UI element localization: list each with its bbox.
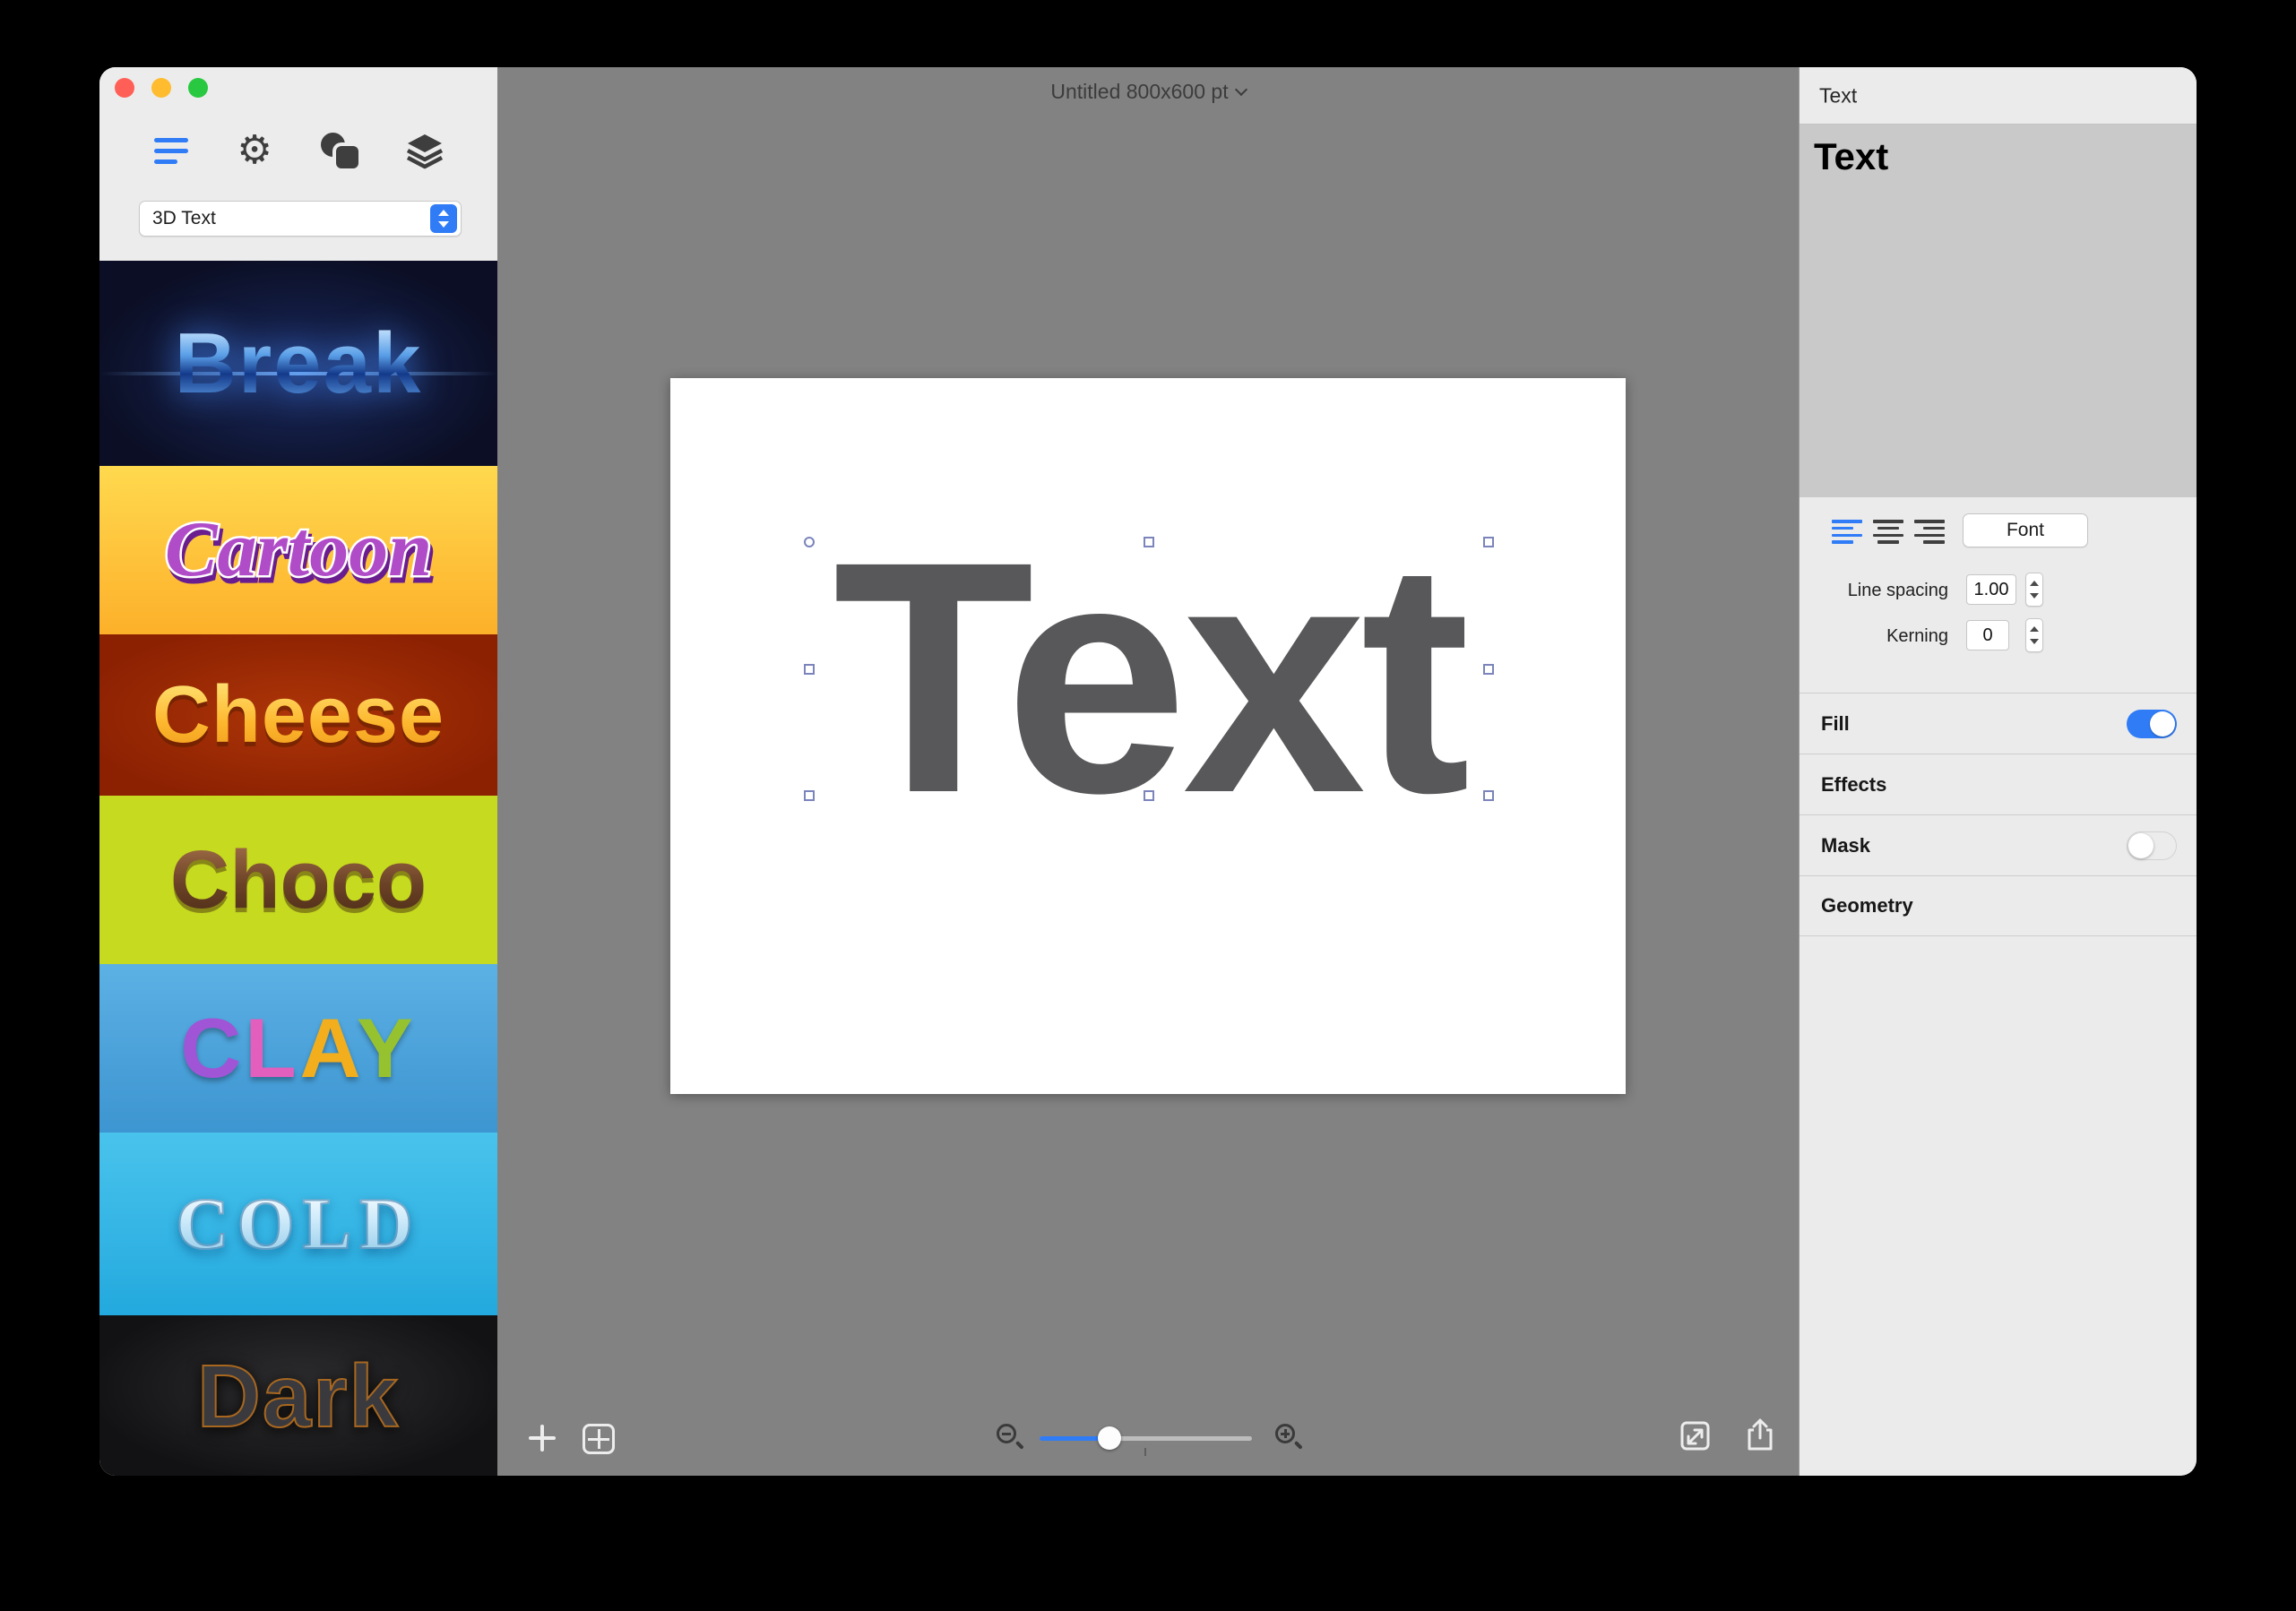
kerning-stepper[interactable]	[2025, 618, 2043, 652]
stepper-down-icon	[2030, 639, 2039, 644]
line-spacing-input[interactable]: 1.00	[1966, 574, 2016, 605]
zoom-in-button[interactable]	[1274, 1422, 1305, 1452]
template-cold[interactable]: COLD	[99, 1133, 497, 1315]
align-right-button[interactable]	[1914, 520, 1945, 544]
section-geometry[interactable]: Geometry	[1800, 875, 2197, 936]
text-content-field[interactable]: Text	[1800, 125, 2197, 497]
layers-tab-button[interactable]	[400, 129, 450, 172]
selection-handle-bottom-left[interactable]	[804, 790, 815, 801]
selection-handle-top-middle[interactable]	[1144, 537, 1154, 547]
section-fill[interactable]: Fill	[1800, 693, 2197, 754]
stepper-down-icon	[2030, 593, 2039, 599]
text-selection-box[interactable]: Text	[804, 513, 1494, 842]
document-title-text: Untitled 800x600 pt	[1050, 80, 1229, 103]
zoom-window-button[interactable]	[188, 78, 208, 98]
section-geometry-label: Geometry	[1821, 894, 1913, 917]
shapes-icon	[319, 130, 360, 171]
template-choco-preview-text: Choco	[169, 834, 427, 926]
desktop-background: 3D Text Break Cartoon Cheese Choco	[0, 0, 2296, 1611]
pages-button[interactable]	[583, 1424, 615, 1454]
close-window-button[interactable]	[115, 78, 134, 98]
selection-handle-middle-right[interactable]	[1483, 663, 1494, 675]
document-title[interactable]: Untitled 800x600 pt	[497, 80, 1799, 104]
gear-icon	[237, 131, 272, 170]
layers-icon	[406, 134, 444, 169]
stepper-up-icon	[2030, 626, 2039, 632]
settings-tab-button[interactable]	[229, 129, 280, 172]
inspector-header-title: Text	[1819, 83, 1858, 107]
template-cheese[interactable]: Cheese	[99, 634, 497, 796]
kerning-label: Kerning	[1886, 626, 1948, 646]
text-content-value[interactable]: Text	[1814, 135, 1888, 178]
template-dark-preview-text: Dark	[196, 1346, 400, 1445]
line-spacing-value: 1.00	[1973, 579, 2009, 599]
section-effects-label: Effects	[1821, 772, 1887, 796]
fill-toggle[interactable]	[2127, 709, 2177, 738]
dropdown-stepper-icon	[430, 204, 457, 233]
stepper-up-icon	[2030, 581, 2039, 586]
style-category-dropdown[interactable]: 3D Text	[139, 201, 462, 237]
mask-toggle[interactable]	[2127, 831, 2177, 860]
line-spacing-label: Line spacing	[1847, 581, 1948, 600]
inspector-header: Text	[1800, 67, 2197, 125]
selection-handle-bottom-right[interactable]	[1483, 790, 1494, 801]
zoom-out-button[interactable]	[996, 1422, 1026, 1452]
share-icon	[1748, 1418, 1773, 1451]
selection-handle-top-right[interactable]	[1483, 537, 1494, 547]
templates-icon	[154, 137, 188, 164]
selection-handle-bottom-middle[interactable]	[1144, 790, 1154, 801]
template-cold-preview-text: COLD	[176, 1183, 421, 1264]
kerning-value: 0	[1982, 625, 1993, 645]
align-center-button[interactable]	[1873, 520, 1903, 544]
align-left-button[interactable]	[1832, 520, 1862, 544]
font-button-label: Font	[2006, 520, 2045, 540]
add-object-button[interactable]	[522, 1418, 562, 1458]
templates-tab-button[interactable]	[146, 129, 196, 172]
template-clay[interactable]: CLAY	[99, 964, 497, 1133]
line-spacing-stepper[interactable]	[2025, 573, 2043, 607]
sidebar-toolbar-area: 3D Text	[99, 67, 497, 261]
inspector-panel: Text Text Font Line spacing 1.00 Kerning…	[1799, 67, 2197, 1476]
template-cartoon-preview-text: Cartoon	[162, 506, 434, 593]
shapes-tab-button[interactable]	[315, 129, 365, 172]
expand-icon	[1680, 1421, 1710, 1451]
template-break[interactable]: Break	[99, 261, 497, 466]
app-window: 3D Text Break Cartoon Cheese Choco	[99, 67, 2197, 1476]
sidebar: 3D Text Break Cartoon Cheese Choco	[99, 67, 497, 1476]
canvas-area: Untitled 800x600 pt Text	[497, 67, 1799, 1476]
enter-fullscreen-button[interactable]	[1677, 1417, 1714, 1454]
artboard-text[interactable]: Text	[810, 513, 1488, 842]
section-mask[interactable]: Mask	[1800, 814, 2197, 875]
section-mask-label: Mask	[1821, 833, 1871, 857]
template-cheese-preview-text: Cheese	[151, 670, 445, 760]
zoom-slider-knob[interactable]	[1098, 1426, 1121, 1450]
minimize-window-button[interactable]	[151, 78, 171, 98]
section-fill-label: Fill	[1821, 711, 1850, 735]
zoom-slider-center-tick	[1144, 1448, 1146, 1456]
artboard[interactable]: Text	[670, 378, 1626, 1094]
zoom-slider[interactable]	[1040, 1426, 1252, 1456]
selection-handle-middle-left[interactable]	[804, 663, 815, 675]
share-button[interactable]	[1741, 1417, 1779, 1454]
template-break-preview-text: Break	[174, 314, 423, 411]
style-category-dropdown-value: 3D Text	[152, 208, 216, 228]
template-cartoon[interactable]: Cartoon	[99, 466, 497, 634]
template-dark[interactable]: Dark	[99, 1315, 497, 1476]
chevron-down-icon	[1234, 82, 1247, 96]
selection-handle-top-left[interactable]	[804, 537, 815, 547]
kerning-input[interactable]: 0	[1966, 620, 2009, 650]
font-button[interactable]: Font	[1963, 513, 2088, 547]
template-clay-preview-text: CLAY	[180, 1001, 417, 1095]
template-list: Break Cartoon Cheese Choco CLAY COLD Dar…	[99, 261, 497, 1476]
template-choco[interactable]: Choco	[99, 796, 497, 964]
section-effects[interactable]: Effects	[1800, 754, 2197, 814]
